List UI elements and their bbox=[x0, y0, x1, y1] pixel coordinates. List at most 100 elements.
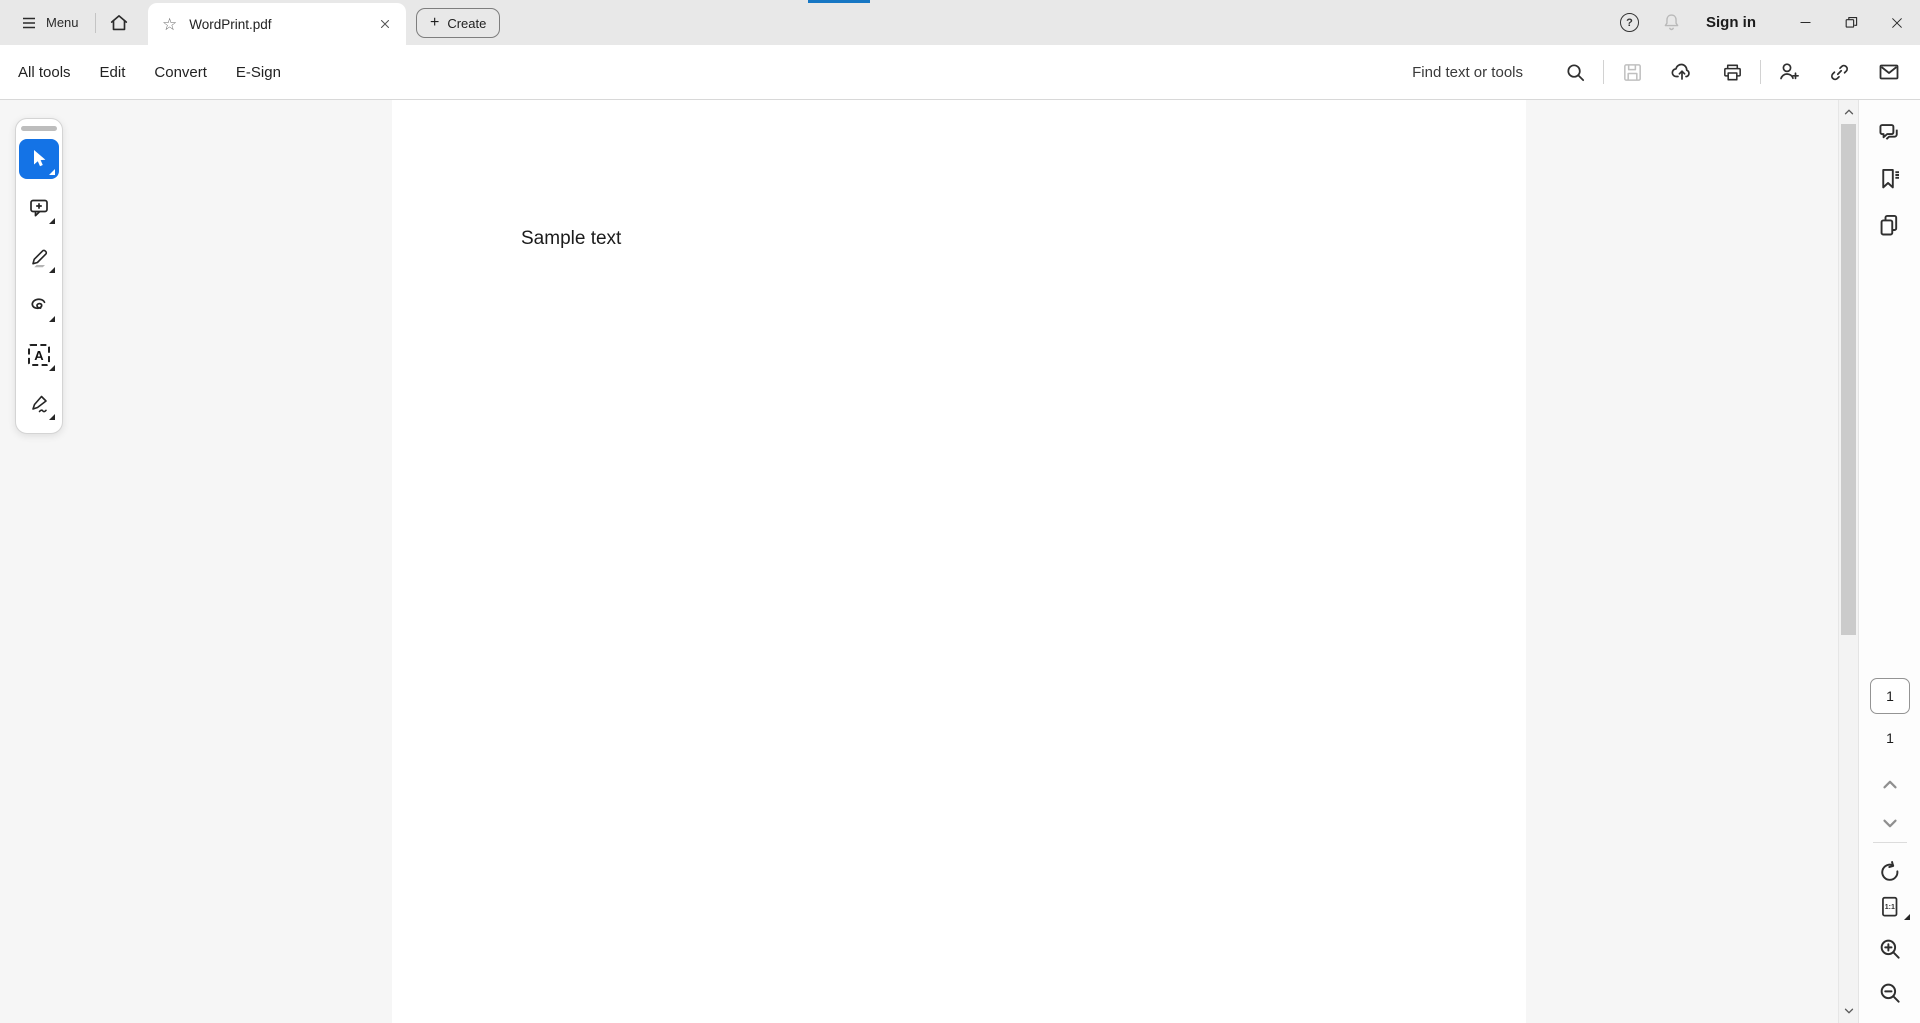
dropdown-corner-icon bbox=[49, 169, 55, 175]
comments-icon bbox=[1876, 120, 1903, 147]
lasso-draw-icon bbox=[27, 294, 51, 318]
close-window-button[interactable] bbox=[1874, 0, 1920, 45]
menu-edit[interactable]: Edit bbox=[100, 64, 126, 81]
create-label: Create bbox=[447, 16, 486, 31]
zoom-level-button[interactable]: 1:1 bbox=[1877, 894, 1903, 920]
home-icon bbox=[108, 12, 130, 34]
tool-add-comment[interactable] bbox=[19, 188, 59, 228]
bell-icon bbox=[1661, 12, 1682, 33]
zoom-out-icon bbox=[1877, 980, 1903, 1006]
email-button[interactable] bbox=[1877, 60, 1901, 84]
minimize-button[interactable] bbox=[1782, 0, 1828, 45]
menu-esign[interactable]: E-Sign bbox=[236, 64, 281, 81]
menu-convert[interactable]: Convert bbox=[154, 64, 207, 81]
page-number-input[interactable] bbox=[1870, 678, 1910, 714]
tool-fill-and-sign[interactable] bbox=[19, 384, 59, 424]
create-button[interactable]: + Create bbox=[416, 8, 500, 38]
chevron-down-icon bbox=[1843, 1005, 1855, 1017]
chevron-down-icon bbox=[1879, 812, 1901, 834]
toolbar-divider bbox=[1603, 60, 1604, 84]
close-icon bbox=[1889, 15, 1905, 31]
total-pages-label: 1 bbox=[1859, 730, 1920, 746]
dropdown-corner-icon bbox=[49, 414, 55, 420]
notifications-button[interactable] bbox=[1661, 12, 1682, 33]
find-text-label[interactable]: Find text or tools bbox=[1412, 64, 1523, 81]
tab-title: WordPrint.pdf bbox=[189, 17, 374, 32]
dropdown-corner-icon bbox=[49, 267, 55, 273]
share-link-button[interactable] bbox=[1827, 60, 1851, 84]
hamburger-icon bbox=[20, 14, 38, 32]
zoom-in-icon bbox=[1877, 936, 1903, 962]
search-button[interactable] bbox=[1563, 60, 1587, 84]
svg-text:1:1: 1:1 bbox=[1884, 904, 1894, 911]
menu-button[interactable]: Menu bbox=[0, 0, 89, 45]
dropdown-corner-icon bbox=[1904, 914, 1910, 920]
zoom-in-button[interactable] bbox=[1877, 936, 1903, 962]
menu-label: Menu bbox=[46, 15, 79, 30]
dropdown-corner-icon bbox=[49, 316, 55, 322]
envelope-icon bbox=[1877, 60, 1901, 84]
text-select-icon: A bbox=[28, 344, 50, 366]
titlebar-divider bbox=[95, 13, 96, 33]
restore-icon bbox=[1843, 14, 1860, 31]
actual-size-icon: 1:1 bbox=[1877, 894, 1903, 920]
document-tab[interactable]: ☆ WordPrint.pdf bbox=[148, 3, 406, 45]
pdf-page-text: Sample text bbox=[521, 228, 621, 250]
request-signatures-button[interactable] bbox=[1777, 60, 1801, 84]
comment-plus-icon bbox=[27, 196, 51, 220]
chevron-up-icon bbox=[1843, 106, 1855, 118]
highlighter-icon bbox=[27, 245, 51, 269]
dropdown-corner-icon bbox=[49, 365, 55, 371]
add-person-icon bbox=[1777, 60, 1801, 84]
link-icon bbox=[1828, 61, 1851, 84]
menu-all-tools[interactable]: All tools bbox=[18, 64, 71, 81]
tool-select[interactable] bbox=[19, 139, 59, 179]
scroll-down-button[interactable] bbox=[1839, 1001, 1859, 1021]
tool-select-text-box[interactable]: A bbox=[19, 335, 59, 375]
help-button[interactable]: ? bbox=[1620, 13, 1639, 32]
tool-draw[interactable] bbox=[19, 286, 59, 326]
previous-page-button[interactable] bbox=[1879, 774, 1901, 796]
printer-icon bbox=[1721, 61, 1744, 84]
page-thumbnails-button[interactable] bbox=[1876, 212, 1903, 239]
close-icon bbox=[378, 17, 392, 31]
save-icon bbox=[1621, 61, 1644, 84]
scroll-up-button[interactable] bbox=[1839, 102, 1859, 122]
print-button[interactable] bbox=[1720, 60, 1744, 84]
document-viewport: Sample text A bbox=[0, 100, 1920, 1023]
minimize-icon bbox=[1798, 15, 1813, 30]
dropdown-corner-icon bbox=[49, 218, 55, 224]
favorite-star-icon[interactable]: ☆ bbox=[162, 16, 177, 33]
scrollbar-thumb[interactable] bbox=[1841, 124, 1856, 635]
tool-highlight[interactable] bbox=[19, 237, 59, 277]
home-button[interactable] bbox=[102, 6, 136, 40]
copy-pages-icon bbox=[1876, 212, 1903, 239]
quick-tools-palette: A bbox=[15, 118, 63, 434]
right-rail: 1 1:1 bbox=[1858, 100, 1920, 1023]
upload-cloud-button[interactable] bbox=[1670, 60, 1694, 84]
zoom-out-button[interactable] bbox=[1877, 980, 1903, 1006]
toolbar-divider bbox=[1760, 60, 1761, 84]
restore-button[interactable] bbox=[1828, 0, 1874, 45]
sign-in-button[interactable]: Sign in bbox=[1706, 14, 1756, 31]
save-button[interactable] bbox=[1620, 60, 1644, 84]
vertical-scrollbar[interactable] bbox=[1838, 100, 1858, 1023]
palette-drag-handle[interactable] bbox=[21, 126, 57, 131]
comments-panel-button[interactable] bbox=[1876, 120, 1903, 147]
next-page-button[interactable] bbox=[1879, 812, 1901, 834]
rail-divider bbox=[1873, 842, 1907, 843]
pdf-page[interactable]: Sample text bbox=[392, 100, 1526, 1023]
bookmark-icon bbox=[1876, 166, 1903, 193]
question-icon: ? bbox=[1626, 17, 1633, 29]
top-accent-bar bbox=[808, 0, 870, 3]
tab-close-button[interactable] bbox=[374, 13, 396, 35]
search-icon bbox=[1564, 61, 1587, 84]
sign-pen-icon bbox=[27, 392, 51, 416]
bookmarks-panel-button[interactable] bbox=[1876, 166, 1903, 193]
rotate-clockwise-icon bbox=[1877, 860, 1903, 886]
tools-menubar: All tools Edit Convert E-Sign Find text … bbox=[0, 45, 1920, 100]
cursor-arrow-icon bbox=[27, 147, 51, 171]
plus-icon: + bbox=[430, 15, 439, 31]
cloud-upload-icon bbox=[1670, 60, 1694, 84]
rotate-page-button[interactable] bbox=[1877, 860, 1903, 886]
